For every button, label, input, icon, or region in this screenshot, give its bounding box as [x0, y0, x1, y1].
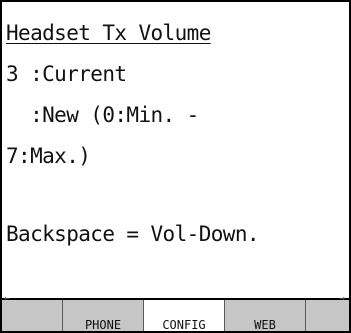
- new-volume-line[interactable]: :New (0:Min. -: [6, 102, 199, 128]
- softkey-blank-right[interactable]: [306, 300, 349, 331]
- tab-web[interactable]: WEB: [225, 300, 306, 331]
- scroll-right-icon[interactable]: →: [339, 293, 345, 304]
- softkey-blank-left[interactable]: [2, 300, 63, 331]
- screen-title: Headset Tx Volume: [6, 21, 211, 45]
- current-volume-line: 3 :Current: [6, 62, 127, 86]
- phone-lcd-screen: Headset Tx Volume 3 :Current :New (0:Min…: [0, 0, 351, 333]
- scroll-left-icon[interactable]: ←: [4, 293, 10, 304]
- tab-config[interactable]: CONFIG: [144, 300, 225, 331]
- softkey-tab-bar: ← → PHONE CONFIG WEB: [2, 293, 349, 331]
- tab-phone[interactable]: PHONE: [63, 300, 144, 331]
- volume-range-line: 7:Max.): [6, 144, 91, 168]
- backspace-hint: Backspace = Vol-Down.: [6, 222, 260, 246]
